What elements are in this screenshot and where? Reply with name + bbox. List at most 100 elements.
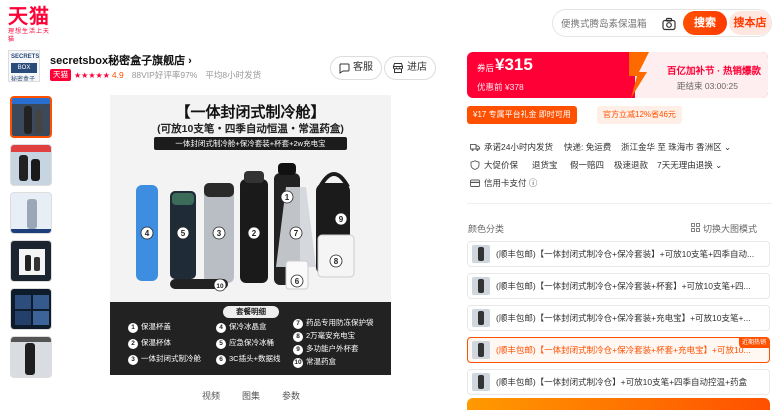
product-label: 7: [294, 229, 299, 238]
enter-store-button[interactable]: 进店: [384, 56, 436, 80]
package-item: 3 一体封闭式制冷舱: [128, 354, 201, 365]
price-value: ¥315: [495, 55, 533, 74]
main-product-image[interactable]: 【一体封闭式制冷舱】 (可放10支笔・四季自动恒温・常温药盒) 一体封闭式制冷舱…: [110, 95, 391, 375]
store-logo-line3: 秘密盒子: [11, 77, 36, 82]
sku-option[interactable]: (顺丰包邮)【一体封闭式制冷仓+保冷套装】+可放10支笔+四季自动...: [467, 241, 770, 267]
truck-icon: [470, 144, 480, 151]
sku-option-selected[interactable]: (顺丰包邮)【一体封闭式制冷仓+保冷套装+杯套+充电宝】+可放10... 近期热…: [467, 337, 770, 363]
ship-promise: 承诺24小时内发货: [484, 142, 553, 152]
store-logo-line2: BOX: [11, 63, 37, 73]
store-rating: 4.9: [111, 70, 124, 80]
credit-card-pay: 信用卡支付 ⓘ: [484, 178, 538, 188]
product-label: 6: [295, 277, 300, 286]
package-item: 2 保温杯体: [128, 338, 171, 349]
platform-coupon[interactable]: ¥17 专属平台礼金 即时可用: [467, 106, 577, 124]
ship-route[interactable]: 浙江金华 至 珠海市 香洲区 ⌄: [621, 140, 731, 154]
guarantee-line: 大促价保 退货宝 假一赔四 极速退款 7天无理由退换 ⌄: [470, 158, 770, 172]
package-item: 5 应急保冷冰桶: [216, 338, 274, 349]
tmall-badge: 天猫: [50, 69, 71, 81]
store-name-link[interactable]: secretsbox秘密盒子旗舰店 ›: [50, 52, 192, 68]
event-title: 百亿加补节 · 热销爆款: [667, 66, 761, 77]
store-meta: 天猫 ★★★★★ 4.9 88VIP好评率97% 平均8小时发货: [50, 69, 261, 83]
logo-sub-text: 理想生活上天猫: [8, 29, 51, 43]
sku-option[interactable]: (顺丰包邮)【一体封闭式制冷仓+保冷套装+充电宝】+可放10支笔+...: [467, 305, 770, 331]
black-flask-cap: [244, 171, 264, 183]
thumbnail-image: [11, 241, 51, 281]
store-bar: SECRETS BOX 秘密盒子 secretsbox秘密盒子旗舰店 › 天猫 ★…: [8, 50, 448, 86]
sku-option-label: (顺丰包邮)【一体封闭式制冷仓】+可放10支笔+四季自动控温+药盒: [496, 377, 748, 387]
tab-gallery[interactable]: 图集: [242, 389, 260, 402]
package-item: 10 常温药盒: [293, 357, 336, 368]
hero-title: 【一体封闭式制冷舱】: [175, 104, 326, 121]
package-item: 7 药品专用防冻保护袋: [293, 318, 374, 329]
search-button[interactable]: 搜索: [683, 11, 727, 35]
camera-icon[interactable]: [661, 16, 677, 32]
thumbnail-image: [12, 98, 50, 136]
lightning-icon: [629, 52, 649, 98]
package-details: 套餐明细 1 保温杯盖 2 保温杯体 3 一体封闭式制冷舱 4 保冷冰晶盒 5 应急保冷冰…: [110, 302, 391, 375]
grid-icon: [691, 223, 700, 232]
sku-thumbnail: [472, 341, 490, 359]
sku-option-label: (顺丰包邮)【一体封闭式制冷仓+保冷套装+杯套+充电宝】+可放10...: [496, 345, 751, 355]
thumbnail-5[interactable]: [10, 288, 52, 330]
product-label: 8: [334, 257, 339, 266]
sku-thumbnail: [472, 245, 490, 263]
sku-thumbnail: [472, 309, 490, 327]
store-logo-line1: SECRETS: [11, 54, 40, 60]
bucket-top: [172, 193, 194, 205]
product-label: 5: [181, 229, 186, 238]
sku-option-label: (顺丰包邮)【一体封闭式制冷仓+保冷套装+杯套】+可放10支笔+四...: [496, 281, 751, 291]
sku-option[interactable]: (顺丰包邮)【一体封闭式制冷仓】+可放10支笔+四季自动控温+药盒: [467, 369, 770, 395]
product-label: 9: [339, 215, 344, 224]
customer-service-label: 客服: [353, 62, 373, 73]
product-label: 2: [252, 229, 257, 238]
package-title: 套餐明细: [223, 306, 279, 318]
countdown: 距结束 03:00:25: [677, 81, 738, 91]
thumbnail-3[interactable]: [10, 192, 52, 234]
shield-icon: [470, 160, 480, 170]
shipping-fee: 快递: 免运费: [564, 142, 612, 152]
silver-cup-lid: [204, 183, 234, 197]
search-store-button[interactable]: 搜本店: [729, 11, 771, 35]
credit-card-icon: [470, 179, 480, 187]
product-items-illustration: 4 5 3 2 1 7 9 8 6 10: [136, 163, 355, 292]
enter-store-label: 进店: [407, 62, 427, 73]
thumbnail-4[interactable]: [10, 240, 52, 282]
thumbnail-image: [11, 193, 51, 233]
buy-bar[interactable]: [467, 398, 770, 410]
thumbnail-1[interactable]: [10, 96, 52, 138]
sku-thumbnail: [472, 373, 490, 391]
official-discount[interactable]: 官方立减12%省46元: [597, 106, 682, 124]
hot-sale-badge: 近期热销: [738, 338, 769, 348]
main-thermos-cap: [278, 163, 296, 175]
tmall-logo[interactable]: 天猫 理想生活上天猫: [8, 6, 52, 43]
product-label: 4: [145, 229, 150, 238]
hero-subtitle: (可放10支笔・四季自动恒温・常温药盒): [157, 123, 344, 135]
payment-line: 信用卡支付 ⓘ: [470, 176, 770, 190]
media-tabs: 视频 图集 参数: [196, 389, 316, 403]
tab-params[interactable]: 参数: [282, 389, 300, 402]
ship-time: 平均8小时发货: [205, 70, 262, 80]
thumbnail-image: [11, 337, 51, 377]
good-rate: 88VIP好评率97%: [131, 70, 198, 80]
price-label: 券后: [477, 63, 495, 73]
tab-video[interactable]: 视频: [202, 389, 220, 402]
switch-big-image-button[interactable]: 切换大图模式: [691, 222, 757, 235]
sku-option-label: (顺丰包邮)【一体封闭式制冷仓+保冷套装】+可放10支笔+四季自动...: [496, 249, 755, 259]
top-bar: 天猫 理想生活上天猫 搜索 搜本店: [0, 0, 780, 44]
thumbnail-6[interactable]: [10, 336, 52, 378]
customer-service-button[interactable]: 客服: [330, 56, 382, 80]
sku-option[interactable]: (顺丰包邮)【一体封闭式制冷仓+保冷套装+杯套】+可放10支笔+四...: [467, 273, 770, 299]
rating-stars: ★★★★★: [74, 70, 110, 80]
thumbnail-2[interactable]: [10, 144, 52, 186]
return-insurance: 退货宝: [532, 160, 558, 170]
logo-main-text: 天猫: [8, 6, 50, 28]
shipping-line: 承诺24小时内发货 快递: 免运费 浙江金华 至 珠海市 香洲区 ⌄: [470, 140, 770, 154]
search-input[interactable]: [561, 14, 657, 34]
seven-day-return[interactable]: 7天无理由退换 ⌄: [657, 158, 722, 172]
product-label: 10: [216, 283, 224, 290]
store-icon: [393, 63, 403, 73]
price-protect: 大促价保: [484, 160, 519, 170]
package-item: 9 多功能户外杯套: [293, 344, 359, 355]
store-logo[interactable]: SECRETS BOX 秘密盒子: [8, 50, 40, 82]
